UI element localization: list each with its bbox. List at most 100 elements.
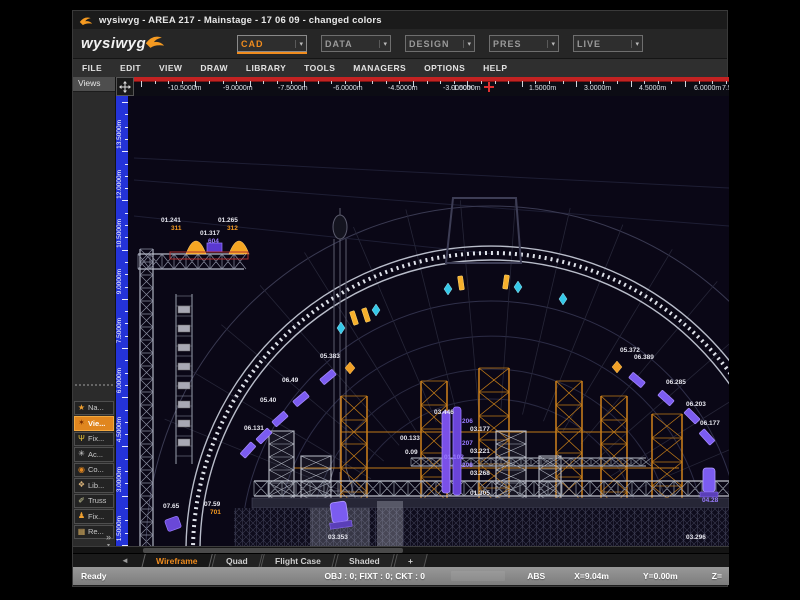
top-horizontal-truss [138, 254, 246, 269]
ruler-tick [712, 81, 713, 84]
tab-back-arrow[interactable]: ◄ [121, 554, 129, 568]
yellow-beam-fixture [503, 275, 510, 290]
sidebar-item-ac[interactable]: ✳Ac... [74, 447, 114, 462]
menu-help[interactable]: HELP [474, 63, 516, 73]
canvas-label: 03.446 [434, 409, 454, 416]
sidebar-item-lib[interactable]: ❖Lib... [74, 478, 114, 493]
truss-clamp-fixture [178, 325, 190, 332]
ruler-label: -9.0000m [223, 85, 253, 92]
chevron-down-icon[interactable]: ▾ [547, 40, 555, 48]
status-abs: ABS [519, 571, 566, 581]
sidebar-item-label: Co... [88, 465, 104, 474]
mode-tab-live[interactable]: LIVE▾ [573, 35, 643, 52]
ladder-truss [176, 294, 192, 464]
cad-viewport[interactable]: 01.24131101.31760401.26531205.38306.4905… [128, 96, 729, 546]
menu-options[interactable]: OPTIONS [415, 63, 474, 73]
menu-tools[interactable]: TOOLS [295, 63, 344, 73]
title-bar[interactable]: wysiwyg - AREA 217 - Mainstage - 17 06 0… [73, 11, 727, 29]
menu-edit[interactable]: EDIT [111, 63, 150, 73]
ruler-tick [291, 81, 292, 84]
canvas-label: 06.203 [686, 401, 706, 408]
ruler-tick [617, 81, 618, 84]
sidebar-item-truss[interactable]: ✐Truss [74, 494, 114, 509]
mode-tab-cad[interactable]: CAD▾ [237, 35, 307, 52]
sidebar-item-fix[interactable]: ♟Fix... [74, 509, 114, 524]
sidebar-item-label: Truss [88, 496, 106, 505]
ruler-tick [658, 81, 659, 84]
sidebar-item-label: Na... [88, 403, 104, 412]
ruler-tick [440, 81, 441, 84]
logo-bar: wysiwyg CAD▾DATA▾DESIGN▾PRES▾LIVE▾ [73, 29, 727, 59]
canvas-label: 312 [227, 225, 238, 232]
view-tab-row: ◄ Wireframe QuadFlight CaseShaded+ [73, 553, 729, 568]
ruler-label: 1.5000m [116, 516, 123, 541]
ruler-label: 6.0000m [116, 368, 123, 393]
screenshot-root: wysiwyg - AREA 217 - Mainstage - 17 06 0… [0, 0, 800, 600]
circle-icon: ◉ [77, 466, 86, 474]
view-tab-wireframe[interactable]: Wireframe [141, 554, 212, 568]
chevron-down-icon[interactable]: ▾ [463, 40, 471, 48]
cyan-beam-fixture [514, 281, 522, 293]
canvas-label: 03.296 [686, 534, 706, 541]
view-tab-flightcase[interactable]: Flight Case [260, 554, 335, 568]
menu-library[interactable]: LIBRARY [237, 63, 295, 73]
canvas-label: 06.285 [666, 379, 686, 386]
menu-view[interactable]: VIEW [150, 63, 191, 73]
menu-file[interactable]: FILE [73, 63, 111, 73]
sidebar-item-vie[interactable]: ✶Vie... [74, 416, 114, 431]
ruler-label: 4.5000m [116, 417, 123, 442]
cyan-beam-fixture [337, 322, 345, 334]
sidebar-item-fix[interactable]: ΨFix... [74, 432, 114, 447]
chevron-down-icon[interactable]: ▾ [379, 40, 387, 48]
ruler-tick [318, 81, 319, 84]
ruler-label: 9.0000m [116, 269, 123, 294]
arc-purple-fixture [293, 391, 310, 407]
panel-grip[interactable] [75, 384, 113, 390]
view-tab-shaded[interactable]: Shaded [334, 554, 394, 568]
bottom-wireframe-detail [234, 508, 729, 546]
sidebar-views-tab[interactable]: Views [73, 77, 115, 92]
ruler-tick [685, 81, 686, 87]
pencil-icon: ✐ [77, 497, 86, 505]
app-logo-bird-icon [79, 15, 93, 26]
workspace: Views ★Na...✶Vie...ΨFix...✳Ac...◉Co...❖L… [73, 77, 729, 553]
ruler-tick [631, 81, 632, 87]
view-tab-label: Wireframe [156, 556, 198, 566]
sidebar-item-co[interactable]: ◉Co... [74, 463, 114, 478]
left-truss-tower [140, 249, 153, 546]
cyan-beam-fixture [372, 304, 380, 316]
canvas-label: 207 [462, 440, 473, 447]
chevron-down-icon[interactable]: ▾ [631, 40, 639, 48]
sun-icon: ✳ [77, 450, 86, 458]
menu-draw[interactable]: DRAW [191, 63, 237, 73]
yellow-beam-fixture [349, 311, 358, 326]
moving-head-far-left [164, 516, 181, 532]
ruler-corner-box[interactable] [116, 77, 134, 96]
stage-deck [252, 498, 729, 508]
origin-marker [484, 82, 494, 92]
sidebar-item-na[interactable]: ★Na... [74, 401, 114, 416]
stage-structures [138, 198, 729, 546]
canvas-label: 701 [210, 509, 221, 516]
view-tab-+[interactable]: + [393, 554, 427, 568]
canvas-label: 06.131 [244, 425, 264, 432]
status-counts: OBJ : 0; FIXT : 0; CKT : 0 [316, 571, 450, 581]
ruler-tick [522, 81, 523, 87]
wireframe-scene[interactable]: 01.24131101.31760401.26531205.38306.4905… [134, 96, 729, 546]
ruler-tick [563, 81, 564, 84]
arc-purple-fixture [629, 372, 646, 388]
canvas-label: 208 [462, 462, 473, 469]
menu-managers[interactable]: MANAGERS [344, 63, 415, 73]
ruler-tick [454, 81, 455, 84]
status-bar: Ready OBJ : 0; FIXT : 0; CKT : 0 ABS X=9… [73, 567, 729, 585]
canvas-label: 01.305 [470, 490, 490, 497]
view-tab-quad[interactable]: Quad [211, 554, 262, 568]
ruler-tick [535, 81, 536, 84]
mode-tab-design[interactable]: DESIGN▾ [405, 35, 475, 52]
mode-tab-data[interactable]: DATA▾ [321, 35, 391, 52]
truss-clamp-fixture [178, 382, 190, 389]
chevron-down-icon[interactable]: ▾ [295, 40, 303, 48]
mode-tab-pres[interactable]: PRES▾ [489, 35, 559, 52]
menu-bar: FILEEDITVIEWDRAWLIBRARYTOOLSMANAGERSOPTI… [73, 59, 727, 78]
ruler-label: 4.5000m [639, 85, 666, 92]
